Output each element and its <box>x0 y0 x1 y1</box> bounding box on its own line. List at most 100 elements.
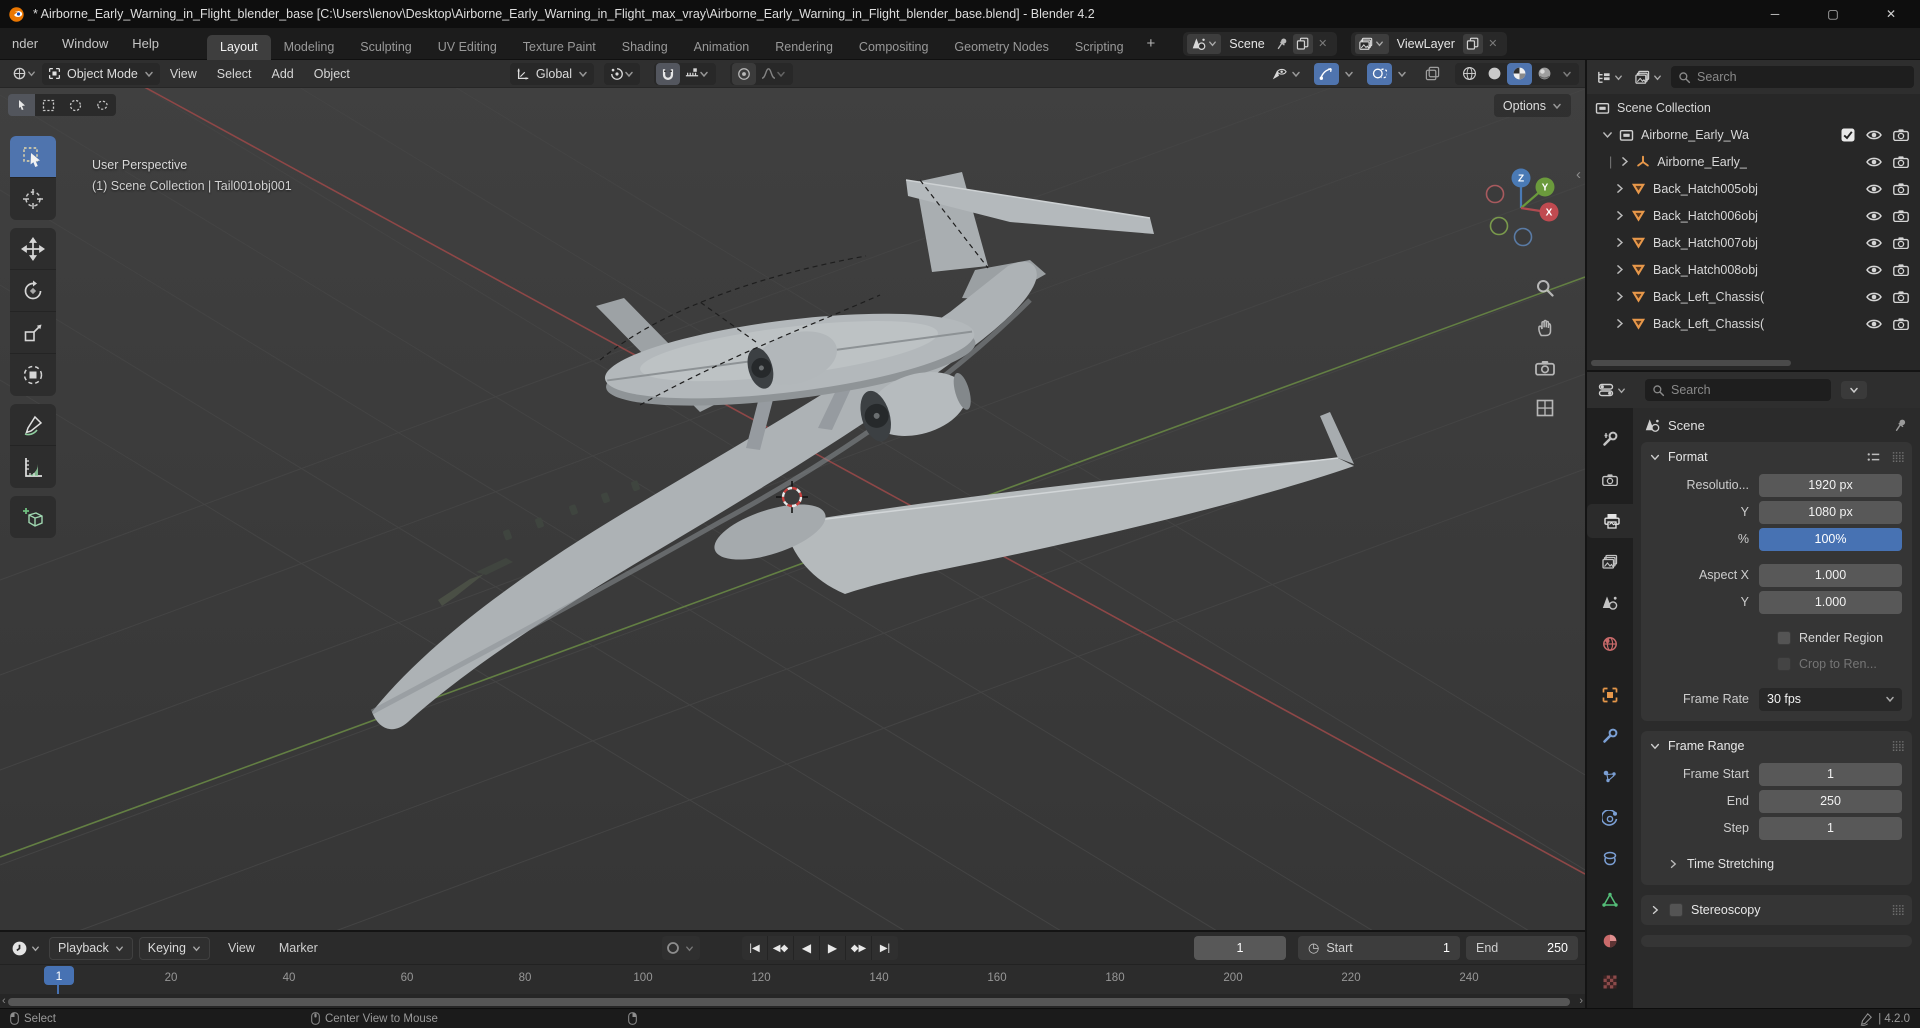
tab-world[interactable] <box>1590 627 1630 661</box>
resolution-y-field[interactable]: 1080 px <box>1759 500 1902 524</box>
menu-add[interactable]: Add <box>262 67 304 81</box>
frame-start-box[interactable]: ◷ Start 1 <box>1298 936 1460 960</box>
move-tool[interactable] <box>10 228 56 270</box>
gizmos-options-dropdown[interactable] <box>1339 63 1359 85</box>
outliner-item-mesh[interactable]: Back_Hatch005obj <box>1587 175 1920 202</box>
hide-eye-icon[interactable] <box>1866 183 1882 195</box>
snap-toggle[interactable] <box>656 62 681 85</box>
chevron-right-icon[interactable] <box>1613 317 1626 330</box>
chevron-right-icon[interactable] <box>1613 290 1626 303</box>
new-view-layer-button[interactable] <box>1462 33 1483 54</box>
options-dropdown[interactable]: Options <box>1493 94 1571 117</box>
zoom-view-button[interactable] <box>1535 278 1555 298</box>
tab-scene[interactable] <box>1590 586 1630 620</box>
play-button[interactable]: ▶ <box>820 936 846 960</box>
cursor-tool[interactable] <box>10 178 56 220</box>
tab-tool[interactable] <box>1590 422 1630 456</box>
editor-type-button[interactable] <box>6 63 42 85</box>
show-object-types-dropdown[interactable] <box>1266 63 1306 85</box>
select-mode-tweak[interactable] <box>8 94 35 116</box>
properties-search-input[interactable]: Search <box>1645 379 1831 401</box>
annotate-tool[interactable] <box>10 404 56 446</box>
breadcrumb-scene[interactable]: Scene <box>1668 418 1705 433</box>
outliner-filter-button[interactable] <box>1632 68 1665 87</box>
chevron-right-icon[interactable] <box>1613 182 1626 195</box>
gizmo-axis-z-neg[interactable] <box>1513 227 1533 247</box>
mode-dropdown[interactable]: Object Mode <box>42 62 160 85</box>
disable-render-camera-icon[interactable] <box>1893 291 1909 303</box>
hide-eye-icon[interactable] <box>1866 237 1882 249</box>
gizmo-axis-x-neg[interactable] <box>1485 184 1505 204</box>
pin-scene-button[interactable] <box>1273 34 1293 54</box>
aspect-x-field[interactable]: 1.000 <box>1759 563 1902 587</box>
hide-eye-icon[interactable] <box>1866 318 1882 330</box>
disable-render-camera-icon[interactable] <box>1893 264 1909 276</box>
scroll-right-arrow[interactable]: › <box>1579 995 1583 1007</box>
playhead[interactable]: 1 <box>44 966 74 996</box>
frame-step-field[interactable]: 1 <box>1759 816 1902 840</box>
scroll-left-arrow[interactable]: ‹ <box>2 995 6 1007</box>
hide-eye-icon[interactable] <box>1866 210 1882 222</box>
navigation-gizmo[interactable]: Z Y X <box>1479 164 1563 248</box>
workspace-tab[interactable]: Animation <box>681 35 763 60</box>
current-frame-field[interactable]: 1 <box>1194 936 1286 960</box>
chevron-down-icon[interactable] <box>1649 451 1661 463</box>
jump-to-prev-keyframe-button[interactable]: ◀◆ <box>768 936 794 960</box>
format-panel-title[interactable]: Format <box>1668 450 1708 464</box>
crop-to-region-checkbox[interactable] <box>1777 656 1791 671</box>
outliner-item-scene-collection[interactable]: Scene Collection <box>1587 94 1920 121</box>
play-reverse-button[interactable]: ◀ <box>794 936 820 960</box>
view-layer-name[interactable]: ViewLayer <box>1389 37 1463 51</box>
chevron-right-icon[interactable] <box>1618 155 1631 168</box>
overlays-toggle[interactable] <box>1367 62 1392 85</box>
timeline-editor-type-button[interactable] <box>8 938 43 959</box>
workspace-tab[interactable]: Shading <box>609 35 681 60</box>
tab-modifiers[interactable] <box>1590 719 1630 753</box>
workspace-tab[interactable]: Scripting <box>1062 35 1137 60</box>
add-cube-tool[interactable] <box>10 496 56 538</box>
snap-options-dropdown[interactable] <box>680 63 714 85</box>
delete-scene-button[interactable]: ✕ <box>1313 34 1333 54</box>
outliner-display-mode-button[interactable] <box>1593 68 1626 87</box>
properties-options-dropdown[interactable] <box>1841 381 1867 399</box>
frame-end-field[interactable]: 250 <box>1759 789 1902 813</box>
toggle-perspective-button[interactable] <box>1535 398 1555 418</box>
panel-grip[interactable]: ⣿⣿ <box>1891 741 1905 752</box>
jump-to-end-button[interactable]: ▶| <box>872 936 898 960</box>
workspace-tab[interactable]: Geometry Nodes <box>941 35 1061 60</box>
box-select-tool[interactable] <box>10 136 56 178</box>
workspace-tab[interactable]: UV Editing <box>425 35 510 60</box>
outliner-item-mesh[interactable]: Back_Hatch006obj <box>1587 202 1920 229</box>
timeline-scrollbar-thumb[interactable] <box>8 998 1570 1006</box>
tab-texture[interactable] <box>1590 965 1630 999</box>
chevron-right-icon[interactable] <box>1649 904 1661 916</box>
render-region-checkbox[interactable] <box>1777 630 1791 645</box>
frame-start-field[interactable]: 1 <box>1759 762 1902 786</box>
menu-render[interactable]: nder <box>0 28 50 59</box>
disable-render-camera-icon[interactable] <box>1893 237 1909 249</box>
menu-view[interactable]: View <box>160 67 207 81</box>
rotate-tool[interactable] <box>10 270 56 312</box>
disable-render-camera-icon[interactable] <box>1893 183 1909 195</box>
tab-physics[interactable] <box>1590 801 1630 835</box>
region-collapse-arrow[interactable]: ‹ <box>1576 166 1581 183</box>
resolution-percent-field[interactable]: 100% <box>1759 527 1902 551</box>
chevron-right-icon[interactable] <box>1613 209 1626 222</box>
workspace-tab[interactable]: Compositing <box>846 35 941 60</box>
chevron-right-icon[interactable] <box>1613 263 1626 276</box>
properties-editor-type-button[interactable] <box>1595 380 1629 400</box>
hide-eye-icon[interactable] <box>1866 291 1882 303</box>
shading-wireframe-button[interactable] <box>1457 63 1482 85</box>
shading-rendered-button[interactable] <box>1532 63 1557 85</box>
outliner-item-empty[interactable]: | Airborne_Early_ <box>1587 148 1920 175</box>
tab-output[interactable] <box>1587 504 1633 538</box>
hide-eye-icon[interactable] <box>1866 156 1882 168</box>
menu-window[interactable]: Window <box>50 28 120 59</box>
tab-object-data[interactable] <box>1590 883 1630 917</box>
presets-list-icon[interactable] <box>1867 451 1881 463</box>
disable-render-camera-icon[interactable] <box>1893 210 1909 222</box>
frame-end-box[interactable]: End 250 <box>1466 936 1578 960</box>
tab-constraints[interactable] <box>1590 842 1630 876</box>
add-workspace-button[interactable]: + <box>1137 35 1166 52</box>
outliner-item-mesh[interactable]: Back_Left_Chassis( <box>1587 310 1920 337</box>
